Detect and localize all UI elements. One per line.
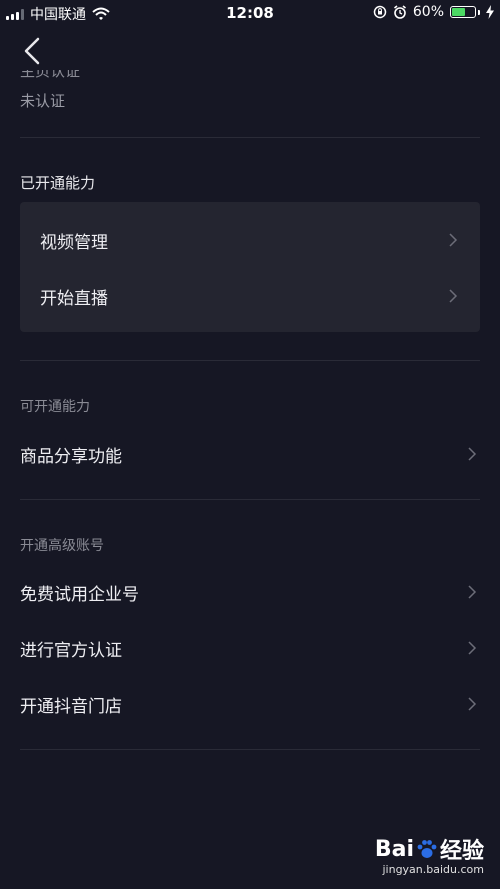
chevron-left-icon <box>24 37 40 65</box>
list-item-label: 开通抖音门店 <box>20 697 122 717</box>
battery-icon <box>450 6 476 18</box>
divider <box>20 499 480 500</box>
section-title-available: 可开通能力 <box>20 399 90 415</box>
charging-bolt-icon <box>486 5 494 19</box>
section-title-advanced: 开通高级账号 <box>20 538 104 554</box>
chevron-right-icon <box>449 233 458 247</box>
divider <box>20 749 480 750</box>
list-item-label: 商品分享功能 <box>20 447 122 467</box>
battery-percent: 60% <box>412 4 444 20</box>
list-item-start-live[interactable]: 开始直播 <box>20 268 480 324</box>
chevron-right-icon <box>449 289 458 303</box>
partial-row-text: 主页认证 <box>20 70 80 78</box>
status-bar: 中国联通 12:08 60% <box>0 0 500 26</box>
battery-cap <box>478 9 480 15</box>
back-button[interactable] <box>18 36 46 66</box>
list-item-label: 开始直播 <box>40 289 108 309</box>
list-item-label: 免费试用企业号 <box>20 585 139 605</box>
watermark-brand-a: Bai <box>374 836 414 862</box>
chevron-right-icon <box>468 585 477 599</box>
certification-status: 未认证 <box>20 92 66 110</box>
list-item-video-management[interactable]: 视频管理 <box>20 212 480 268</box>
chevron-right-icon <box>468 697 477 711</box>
chevron-right-icon <box>468 641 477 655</box>
divider <box>20 360 480 361</box>
section-title-enabled: 已开通能力 <box>20 174 96 192</box>
list-item-label: 进行官方认证 <box>20 641 122 661</box>
divider <box>20 137 480 138</box>
enabled-abilities-card: 视频管理 开始直播 <box>20 202 480 332</box>
baidu-jingyan-watermark: Bai 经验 jingyan.baidu.com <box>354 829 484 885</box>
list-item-free-enterprise-trial[interactable]: 免费试用企业号 <box>0 564 500 620</box>
paw-icon <box>417 840 437 858</box>
chevron-right-icon <box>468 447 477 461</box>
battery-level <box>452 8 465 16</box>
watermark-brand-b: 经验 <box>439 839 484 864</box>
alarm-icon <box>393 5 406 19</box>
list-item-product-sharing[interactable]: 商品分享功能 <box>0 426 500 482</box>
status-right: 60% <box>373 4 494 20</box>
watermark-url: jingyan.baidu.com <box>382 863 484 876</box>
watermark-brand: Bai 经验 <box>375 833 484 865</box>
rotation-lock-icon <box>373 5 387 19</box>
list-item-open-douyin-store[interactable]: 开通抖音门店 <box>0 676 500 732</box>
partial-scrolled-row: 主页认证 <box>20 70 80 78</box>
list-item-official-verification[interactable]: 进行官方认证 <box>0 620 500 676</box>
list-item-label: 视频管理 <box>40 233 108 253</box>
